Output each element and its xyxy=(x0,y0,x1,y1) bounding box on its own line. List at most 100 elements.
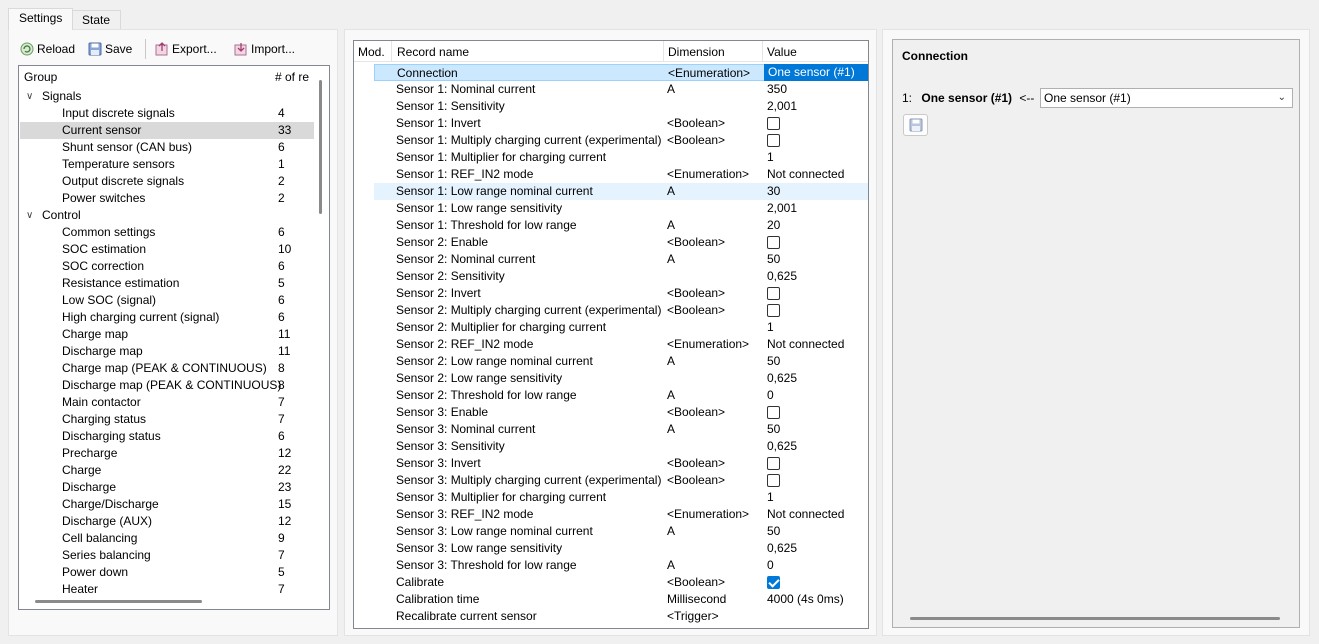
chevron-down-icon[interactable]: ∨ xyxy=(26,207,33,224)
tree-item[interactable]: Heater 7 xyxy=(20,581,314,598)
tree-item[interactable]: Charge 22 xyxy=(20,462,314,479)
grid-row[interactable]: Sensor 2: Nominal current A 50 xyxy=(374,251,868,268)
grid-row[interactable]: Sensor 2: Low range nominal current A 50 xyxy=(374,353,868,370)
grid-row[interactable]: Sensor 1: Nominal current A 350 xyxy=(374,81,868,98)
export-button[interactable]: Export... xyxy=(155,39,217,59)
tree-item[interactable]: Charge map 11 xyxy=(20,326,314,343)
grid-row[interactable]: Sensor 3: Multiplier for charging curren… xyxy=(374,489,868,506)
grid-row[interactable]: Sensor 1: Multiplier for charging curren… xyxy=(374,149,868,166)
grid-row[interactable]: Sensor 2: Sensitivity 0,625 xyxy=(374,268,868,285)
record-value[interactable]: 50 xyxy=(767,353,780,370)
tree-item[interactable]: Precharge 12 xyxy=(20,445,314,462)
record-value[interactable]: 2,001 xyxy=(767,98,797,115)
tree-item[interactable]: SOC estimation 10 xyxy=(20,241,314,258)
column-separator[interactable] xyxy=(762,41,763,62)
record-value[interactable]: 2,001 xyxy=(767,200,797,217)
grid-row[interactable]: Sensor 1: Low range sensitivity 2,001 xyxy=(374,200,868,217)
record-value[interactable]: 0,625 xyxy=(767,540,797,557)
tree-item[interactable]: Current sensor 33 xyxy=(20,122,314,139)
grid-row[interactable]: Sensor 1: Invert <Boolean> xyxy=(374,115,868,132)
tree-item[interactable]: Input discrete signals 4 xyxy=(20,105,314,122)
tree-item[interactable]: High charging current (signal) 6 xyxy=(20,309,314,326)
tree-item[interactable]: Charge/Discharge 15 xyxy=(20,496,314,513)
grid-row[interactable]: Calibration time Millisecond 4000 (4s 0ms) xyxy=(374,591,868,608)
grid-row[interactable]: Sensor 1: Sensitivity 2,001 xyxy=(374,98,868,115)
tree-item[interactable]: SOC correction 6 xyxy=(20,258,314,275)
record-value-checkbox[interactable] xyxy=(767,474,780,487)
grid-row[interactable]: Calibrate <Boolean> xyxy=(374,574,868,591)
tree-item[interactable]: Series balancing 7 xyxy=(20,547,314,564)
record-value[interactable]: 1 xyxy=(767,489,774,506)
record-value-checkbox[interactable] xyxy=(767,117,780,130)
save-button[interactable]: Save xyxy=(88,39,132,59)
grid-row[interactable]: Sensor 1: Low range nominal current A 30 xyxy=(374,183,868,200)
records-grid[interactable]: Mod. Record name Dimension Value Connect… xyxy=(353,40,869,629)
record-value[interactable]: 4000 (4s 0ms) xyxy=(767,591,844,608)
grid-row[interactable]: Sensor 3: Low range sensitivity 0,625 xyxy=(374,540,868,557)
connection-select[interactable]: One sensor (#1) ⌄ xyxy=(1040,88,1293,108)
tree-item[interactable]: Charge map (PEAK & CONTINUOUS) 8 xyxy=(20,360,314,377)
record-value[interactable]: Not connected xyxy=(767,166,844,183)
tree-item[interactable]: Power switches 2 xyxy=(20,190,314,207)
tree-item[interactable]: Power down 5 xyxy=(20,564,314,581)
tree-item[interactable]: Cell balancing 9 xyxy=(20,530,314,547)
column-header-record-name[interactable]: Record name xyxy=(397,45,469,59)
tree-item[interactable]: Output discrete signals 2 xyxy=(20,173,314,190)
grid-row[interactable]: Recalibrate current sensor <Trigger> xyxy=(374,608,868,625)
record-value-checkbox[interactable] xyxy=(767,406,780,419)
grid-row[interactable]: Sensor 3: Low range nominal current A 50 xyxy=(374,523,868,540)
record-value[interactable]: 50 xyxy=(767,523,780,540)
tree-item[interactable]: Discharge map 11 xyxy=(20,343,314,360)
column-separator[interactable] xyxy=(391,41,392,62)
tree-vertical-scrollbar[interactable] xyxy=(319,80,322,214)
record-value[interactable]: 1 xyxy=(767,319,774,336)
grid-row[interactable]: Sensor 1: Multiply charging current (exp… xyxy=(374,132,868,149)
grid-row[interactable]: Sensor 3: Invert <Boolean> xyxy=(374,455,868,472)
column-header-group[interactable]: Group xyxy=(24,70,57,84)
record-value[interactable]: 30 xyxy=(767,183,780,200)
tree-group-node[interactable]: ∨ Signals xyxy=(20,88,314,105)
column-header-dimension[interactable]: Dimension xyxy=(668,45,725,59)
record-value-checkbox[interactable] xyxy=(767,304,780,317)
record-value[interactable]: 0 xyxy=(767,557,774,574)
record-value-checkbox[interactable] xyxy=(767,576,780,589)
tab-state[interactable]: State xyxy=(71,10,122,30)
tree-item[interactable]: Discharge (AUX) 12 xyxy=(20,513,314,530)
grid-row[interactable]: Sensor 3: Nominal current A 50 xyxy=(374,421,868,438)
tree-item[interactable]: Discharging status 6 xyxy=(20,428,314,445)
detail-horizontal-scrollbar[interactable] xyxy=(910,617,1280,620)
record-value[interactable]: Not connected xyxy=(767,336,844,353)
detail-save-button[interactable] xyxy=(903,114,928,136)
record-value[interactable]: 350 xyxy=(767,81,787,98)
tree-item[interactable]: Temperature sensors 1 xyxy=(20,156,314,173)
record-value-checkbox[interactable] xyxy=(767,236,780,249)
grid-row[interactable]: Sensor 1: REF_IN2 mode <Enumeration> Not c… xyxy=(374,166,868,183)
tree-item[interactable]: Low SOC (signal) 6 xyxy=(20,292,314,309)
record-value[interactable]: Not connected xyxy=(767,506,844,523)
grid-row[interactable]: Sensor 2: Invert <Boolean> xyxy=(374,285,868,302)
tree-horizontal-scrollbar[interactable] xyxy=(35,600,202,603)
grid-row[interactable]: Sensor 2: Multiplier for charging curren… xyxy=(374,319,868,336)
tree-item[interactable]: Resistance estimation 5 xyxy=(20,275,314,292)
grid-row[interactable]: Sensor 3: REF_IN2 mode <Enumeration> Not c… xyxy=(374,506,868,523)
import-button[interactable]: Import... xyxy=(234,39,295,59)
tree-group-node[interactable]: ∨ Control xyxy=(20,207,314,224)
record-value-checkbox[interactable] xyxy=(767,457,780,470)
column-header-count[interactable]: # of re xyxy=(275,70,309,84)
grid-row[interactable]: Sensor 2: Multiply charging current (exp… xyxy=(374,302,868,319)
group-tree[interactable]: Group # of re ∨ Signals Input discrete sig… xyxy=(18,65,330,610)
record-value-checkbox[interactable] xyxy=(767,134,780,147)
grid-row[interactable]: Sensor 3: Multiply charging current (exp… xyxy=(374,472,868,489)
record-value[interactable]: 0,625 xyxy=(767,370,797,387)
column-separator[interactable] xyxy=(663,41,664,62)
record-value-checkbox[interactable] xyxy=(767,287,780,300)
tree-item[interactable]: Shunt sensor (CAN bus) 6 xyxy=(20,139,314,156)
tree-item[interactable]: Charging status 7 xyxy=(20,411,314,428)
record-value[interactable]: 50 xyxy=(767,421,780,438)
grid-row[interactable]: Sensor 3: Enable <Boolean> xyxy=(374,404,868,421)
record-value[interactable]: 1 xyxy=(767,149,774,166)
tree-item[interactable]: Discharge 23 xyxy=(20,479,314,496)
record-value[interactable]: 0,625 xyxy=(767,268,797,285)
grid-row[interactable]: Sensor 2: Enable <Boolean> xyxy=(374,234,868,251)
record-value[interactable]: 0,625 xyxy=(767,438,797,455)
